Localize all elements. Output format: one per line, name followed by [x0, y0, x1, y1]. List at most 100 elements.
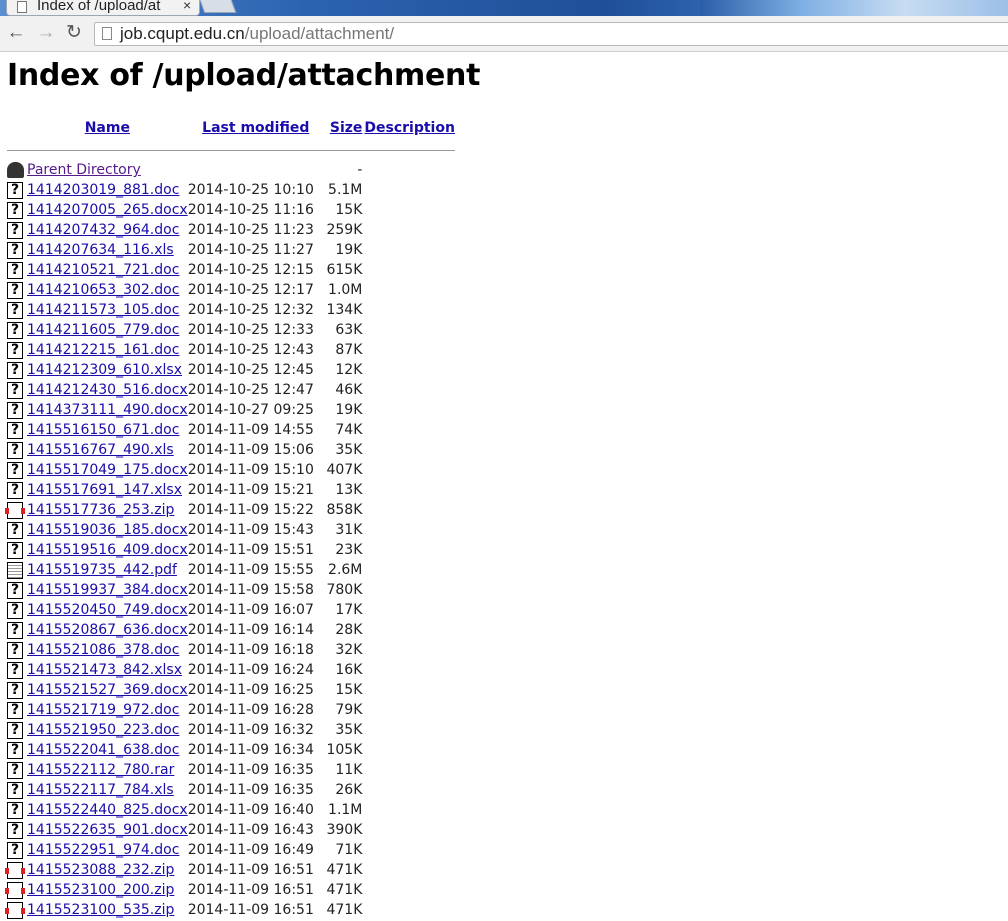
file-description — [362, 680, 455, 700]
unknown-file-icon: ? — [7, 221, 23, 239]
file-size: 11K — [335, 762, 363, 778]
file-link[interactable]: 1414212309_610.xlsx — [27, 362, 182, 378]
compressed-file-icon — [5, 861, 25, 879]
file-last-modified: 2014-11-09 15:51 — [187, 542, 314, 558]
file-link[interactable]: 1414211605_779.doc — [27, 322, 179, 338]
file-link[interactable]: 1415519036_185.docx — [27, 522, 188, 538]
sort-by-size-link[interactable]: Size — [330, 120, 363, 136]
file-description — [362, 620, 455, 640]
file-link[interactable]: 1414207634_116.xls — [27, 242, 174, 258]
file-link[interactable]: 1415519937_384.docx — [27, 582, 188, 598]
file-row: ? 1414207634_116.xls 2014-10-25 11:27 19K — [7, 240, 455, 260]
sort-by-name-link[interactable]: Name — [85, 120, 130, 136]
file-size: 5.1M — [328, 182, 363, 198]
browser-titlebar: Index of /upload/at × — [0, 0, 1008, 16]
file-link[interactable]: 1415522951_974.doc — [27, 842, 179, 858]
file-link[interactable]: 1415517736_253.zip — [27, 502, 174, 518]
file-link[interactable]: 1415521719_972.doc — [27, 702, 179, 718]
file-description — [362, 540, 455, 560]
header-last-modified: Last modified — [188, 116, 314, 140]
file-size: 28K — [335, 622, 363, 638]
file-last-modified: 2014-10-25 12:32 — [187, 302, 314, 318]
file-link[interactable]: 1415517049_175.docx — [27, 462, 188, 478]
file-link[interactable]: 1414212430_516.docx — [27, 382, 188, 398]
reload-icon[interactable]: ↻ — [64, 23, 84, 43]
file-row: ? 1415521719_972.doc 2014-11-09 16:28 79K — [7, 700, 455, 720]
file-link[interactable]: 1415522635_901.docx — [27, 822, 188, 838]
file-description — [362, 220, 455, 240]
file-size: 87K — [335, 342, 363, 358]
file-last-modified: 2014-11-09 16:35 — [187, 782, 314, 798]
unknown-file-icon: ? — [7, 241, 23, 259]
file-row: ? 1414212309_610.xlsx 2014-10-25 12:45 12K — [7, 360, 455, 380]
file-description — [362, 900, 455, 920]
file-link[interactable]: 1414207432_964.doc — [27, 222, 179, 238]
file-description — [362, 660, 455, 680]
file-description — [362, 600, 455, 620]
file-last-modified: 2014-11-09 15:43 — [187, 522, 314, 538]
file-link[interactable]: 1414210521_721.doc — [27, 262, 179, 278]
file-description — [362, 260, 455, 280]
back-arrow-icon[interactable]: ← — [6, 23, 26, 43]
unknown-file-icon: ? — [7, 781, 23, 799]
file-last-modified: 2014-11-09 16:28 — [187, 702, 314, 718]
file-link[interactable]: 1415522440_825.docx — [27, 802, 188, 818]
header-row: Name Last modified Size Description — [7, 116, 455, 140]
file-description — [362, 720, 455, 740]
file-row: 1415519735_442.pdf 2014-11-09 15:55 2.6M — [7, 560, 455, 580]
sort-by-description-link[interactable]: Description — [364, 120, 455, 136]
file-link[interactable]: 1415519735_442.pdf — [27, 562, 177, 578]
file-link[interactable]: 1415523100_535.zip — [27, 902, 174, 918]
unknown-file-icon: ? — [7, 581, 23, 599]
file-last-modified: 2014-11-09 16:34 — [187, 742, 314, 758]
file-description — [362, 420, 455, 440]
desktop-wallpaper — [700, 0, 1008, 16]
file-link[interactable]: 1415522117_784.xls — [27, 782, 174, 798]
file-link[interactable]: 1414373111_490.docx — [27, 402, 188, 418]
file-description — [362, 460, 455, 480]
forward-arrow-icon[interactable]: → — [36, 23, 56, 43]
file-size: 31K — [335, 522, 363, 538]
file-link[interactable]: 1415519516_409.docx — [27, 542, 188, 558]
file-size: 390K — [326, 822, 363, 838]
file-link[interactable]: 1415521086_378.doc — [27, 642, 179, 658]
file-link[interactable]: 1414203019_881.doc — [27, 182, 179, 198]
file-link[interactable]: 1414211573_105.doc — [27, 302, 179, 318]
file-row: ? 1415517049_175.docx 2014-11-09 15:10 407K — [7, 460, 455, 480]
file-last-modified: 2014-11-09 16:25 — [187, 682, 314, 698]
unknown-file-icon: ? — [7, 321, 23, 339]
parent-directory-link[interactable]: Parent Directory — [27, 162, 141, 178]
file-link[interactable]: 1415521527_369.docx — [27, 682, 188, 698]
browser-tab[interactable]: Index of /upload/at × — [6, 0, 200, 16]
tab-close-icon[interactable]: × — [183, 0, 191, 13]
file-link[interactable]: 1414212215_161.doc — [27, 342, 179, 358]
file-link[interactable]: 1414210653_302.doc — [27, 282, 179, 298]
file-last-modified: 2014-11-09 15:10 — [187, 462, 314, 478]
file-row: ? 1415522951_974.doc 2014-11-09 16:49 71K — [7, 840, 455, 860]
file-link[interactable]: 1415521473_842.xlsx — [27, 662, 182, 678]
file-size: 780K — [326, 582, 363, 598]
file-size: 19K — [335, 242, 363, 258]
file-link[interactable]: 1415522041_638.doc — [27, 742, 179, 758]
unknown-file-icon: ? — [7, 701, 23, 719]
file-link[interactable]: 1415517691_147.xlsx — [27, 482, 182, 498]
file-link[interactable]: 1415521950_223.doc — [27, 722, 179, 738]
file-link[interactable]: 1415522112_780.rar — [27, 762, 174, 778]
file-row: ? 1415522117_784.xls 2014-11-09 16:35 26K — [7, 780, 455, 800]
file-size: 46K — [335, 382, 363, 398]
file-row: ? 1414210653_302.doc 2014-10-25 12:17 1.0M — [7, 280, 455, 300]
unknown-file-icon: ? — [7, 721, 23, 739]
file-row: ? 1415520450_749.docx 2014-11-09 16:07 17K — [7, 600, 455, 620]
file-link[interactable]: 1415516150_671.doc — [27, 422, 179, 438]
file-link[interactable]: 1415523088_232.zip — [27, 862, 174, 878]
new-tab-button[interactable] — [199, 0, 237, 13]
url-text[interactable]: job.cqupt.edu.cn/upload/attachment/ — [120, 24, 394, 44]
file-link[interactable]: 1414207005_265.docx — [27, 202, 188, 218]
sort-by-date-link[interactable]: Last modified — [202, 120, 309, 136]
file-link[interactable]: 1415520450_749.docx — [27, 602, 188, 618]
file-link[interactable]: 1415516767_490.xls — [27, 442, 174, 458]
address-bar[interactable]: job.cqupt.edu.cn/upload/attachment/ — [94, 22, 1008, 46]
file-link[interactable]: 1415523100_200.zip — [27, 882, 174, 898]
file-link[interactable]: 1415520867_636.docx — [27, 622, 188, 638]
file-last-modified: 2014-10-25 12:43 — [187, 342, 314, 358]
